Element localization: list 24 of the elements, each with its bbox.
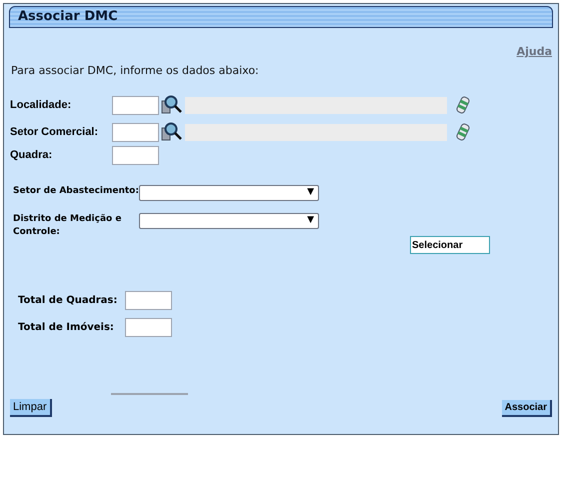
window-title: Associar DMC: [18, 8, 118, 26]
field-label: Setor Comercial:: [10, 124, 100, 140]
select-button[interactable]: Selecionar: [410, 236, 490, 254]
dropdown-arrow: ▼: [307, 186, 314, 200]
intro-text: Para associar DMC, informe os dados abaixo:: [11, 62, 260, 78]
code-input[interactable]: [112, 122, 159, 142]
total-input[interactable]: [125, 318, 172, 337]
magnifier-icon[interactable]: [161, 95, 183, 115]
field-label: Quadra:: [10, 148, 54, 164]
help-link[interactable]: Ajuda: [516, 44, 552, 60]
dropdown[interactable]: ▼: [139, 185, 319, 201]
total-input[interactable]: [125, 291, 172, 310]
field-label: Setor de Abastecimento:: [13, 185, 139, 198]
field-label: Localidade:: [10, 98, 72, 113]
dropdown-arrow: ▼: [307, 214, 314, 228]
code-input[interactable]: [112, 96, 159, 114]
field-label: Total de Quadras:: [18, 294, 118, 308]
quadra-input[interactable]: [112, 146, 159, 165]
field-label: Total de Imóveis:: [18, 321, 115, 335]
field-label: Distrito de Medição e Controle:: [13, 213, 122, 239]
magnifier-icon[interactable]: [161, 122, 183, 142]
submit-button[interactable]: Associar: [502, 400, 552, 417]
clear-button[interactable]: Limpar: [10, 398, 52, 417]
dropdown[interactable]: ▼: [139, 213, 319, 229]
